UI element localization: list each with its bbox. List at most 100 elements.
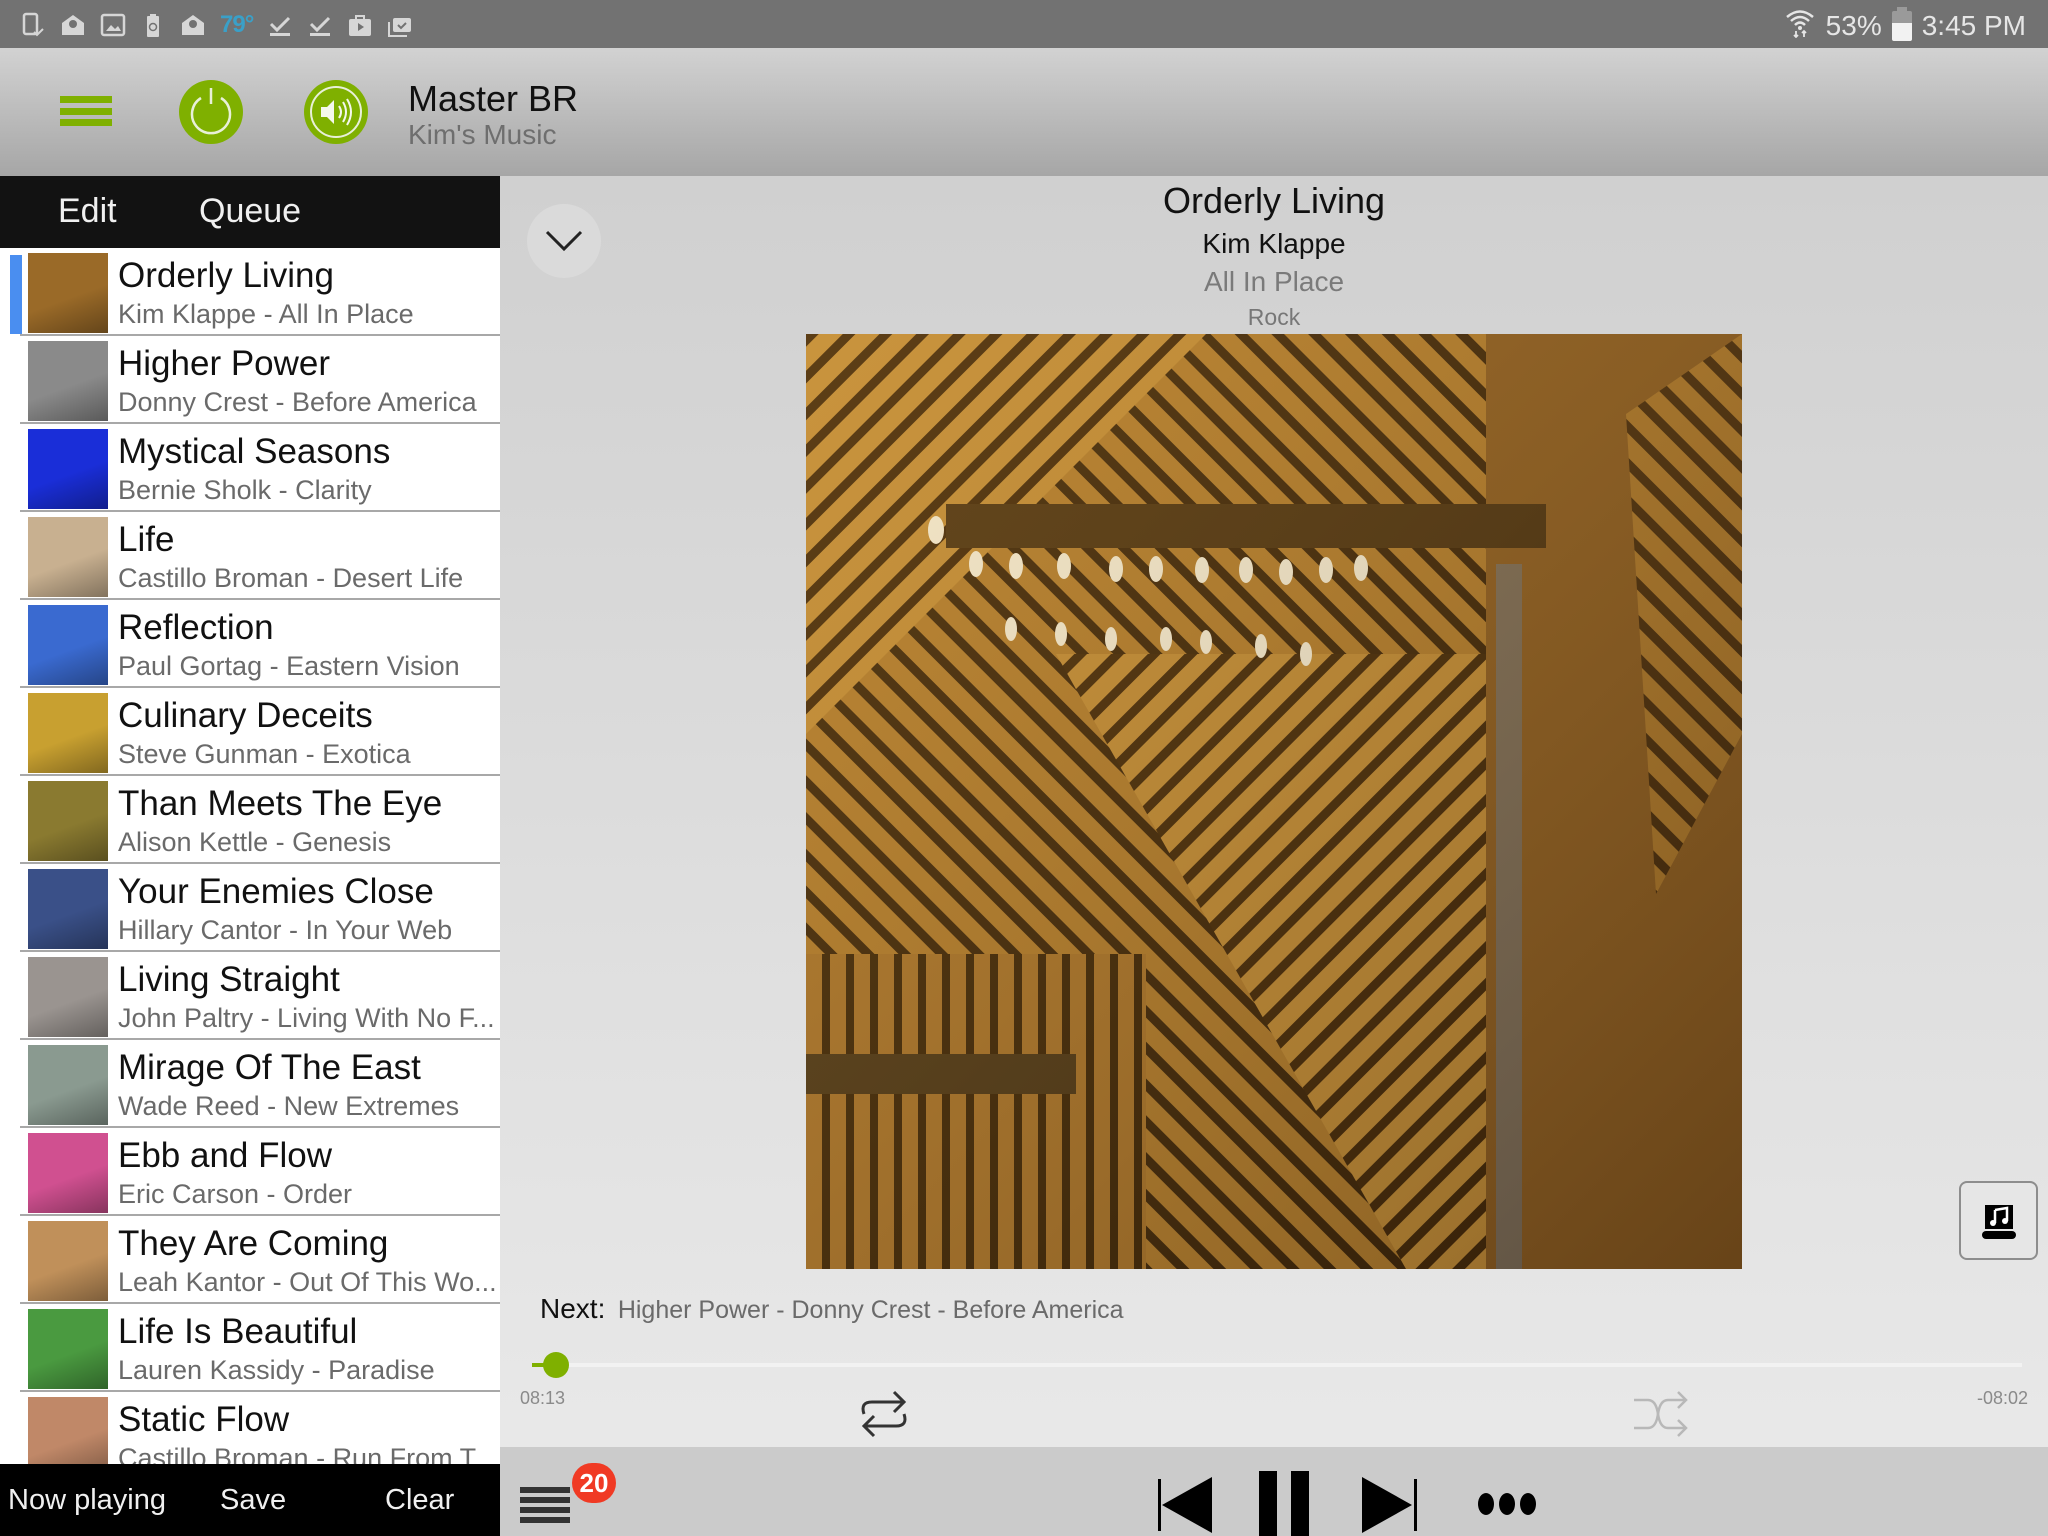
next-button[interactable] bbox=[1360, 1477, 1420, 1533]
current-track-indicator bbox=[10, 255, 22, 334]
queue-item[interactable]: Culinary Deceits Steve Gunman - Exotica bbox=[20, 688, 500, 776]
album-art-image bbox=[806, 334, 1742, 1269]
more-options-button[interactable] bbox=[1476, 1491, 1540, 1517]
zone-source: Kim's Music bbox=[408, 119, 557, 150]
queue-item[interactable]: Ebb and Flow Eric Carson - Order bbox=[20, 1128, 500, 1216]
album-thumbnail bbox=[28, 1133, 108, 1213]
album-thumbnail bbox=[28, 869, 108, 949]
queue-item-title: They Are Coming bbox=[118, 1224, 389, 1263]
album-thumbnail bbox=[28, 429, 108, 509]
queue-item-subtitle: Paul Gortag - Eastern Vision bbox=[118, 651, 460, 681]
progress-track bbox=[532, 1363, 2022, 1367]
album-thumbnail bbox=[28, 957, 108, 1037]
queue-item-subtitle: John Paltry - Living With No F... bbox=[118, 1003, 495, 1033]
album-thumbnail bbox=[28, 517, 108, 597]
menu-button[interactable] bbox=[60, 96, 112, 126]
pause-icon bbox=[1259, 1471, 1309, 1536]
album-thumbnail bbox=[28, 605, 108, 685]
speaker-icon bbox=[310, 86, 362, 138]
briefcase-check-icon bbox=[387, 12, 413, 38]
album-thumbnail bbox=[28, 693, 108, 773]
album-thumbnail bbox=[28, 1309, 108, 1389]
queue-sidebar: Edit Queue Orderly Living Kim Klappe - Al… bbox=[0, 176, 500, 1536]
now-playing-panel: Orderly Living Kim Klappe All In Place R… bbox=[500, 176, 2048, 1536]
system-status: 53% 3:45 PM bbox=[1784, 6, 2026, 45]
queue-item-title: Static Flow bbox=[118, 1400, 290, 1439]
queue-item[interactable]: Than Meets The Eye Alison Kettle - Genesi… bbox=[20, 776, 500, 864]
queue-item-subtitle: Castillo Broman - Desert Life bbox=[118, 563, 464, 593]
menu-icon-bar bbox=[60, 96, 112, 103]
album-thumbnail bbox=[28, 341, 108, 421]
now-playing-button[interactable]: Now playing bbox=[8, 1484, 166, 1517]
download-done-icon bbox=[267, 12, 293, 38]
queue-item[interactable]: Mystical Seasons Bernie Sholk - Clarity bbox=[20, 424, 500, 512]
queue-icon-bar bbox=[520, 1507, 570, 1513]
track-album: All In Place bbox=[1203, 266, 1345, 297]
tab-edit[interactable]: Edit bbox=[58, 192, 117, 231]
power-icon bbox=[190, 88, 232, 135]
status-bar: 79° 53% 3:45 PM bbox=[0, 0, 2048, 48]
menu-icon-bar bbox=[60, 107, 112, 115]
album-thumbnail bbox=[28, 1221, 108, 1301]
queue-item[interactable]: Life Castillo Broman - Desert Life bbox=[20, 512, 500, 600]
skip-next-icon bbox=[1362, 1477, 1417, 1533]
queue-count-badge: 20 bbox=[572, 1463, 616, 1503]
repeat-button[interactable] bbox=[852, 1386, 916, 1442]
tab-queue[interactable]: Queue bbox=[199, 192, 301, 231]
clear-queue-button[interactable]: Clear bbox=[385, 1484, 454, 1517]
music-source-button[interactable] bbox=[1959, 1181, 2038, 1260]
queue-item[interactable]: Mirage Of The East Wade Reed - New Extrem… bbox=[20, 1040, 500, 1128]
shuffle-button[interactable] bbox=[1630, 1386, 1694, 1442]
queue-item-subtitle: Wade Reed - New Extremes bbox=[118, 1091, 460, 1121]
email-open-icon bbox=[180, 12, 206, 38]
album-thumbnail bbox=[28, 253, 108, 333]
queue-item-subtitle: Alison Kettle - Genesis bbox=[118, 827, 392, 857]
queue-item-title: Mirage Of The East bbox=[118, 1048, 421, 1087]
queue-item-title: Higher Power bbox=[118, 344, 331, 383]
queue-item-subtitle: Bernie Sholk - Clarity bbox=[118, 475, 372, 505]
queue-item[interactable]: Living Straight John Paltry - Living With… bbox=[20, 952, 500, 1040]
queue-item-title: Your Enemies Close bbox=[118, 872, 434, 911]
album-thumbnail bbox=[28, 781, 108, 861]
image-icon bbox=[100, 12, 126, 38]
queue-item[interactable]: Life Is Beautiful Lauren Kassidy - Paradi… bbox=[20, 1304, 500, 1392]
queue-item-title: Ebb and Flow bbox=[118, 1136, 333, 1175]
battery-recycle-icon bbox=[140, 12, 166, 38]
next-track: Next: Higher Power - Donny Crest - Befor… bbox=[540, 1293, 1124, 1325]
power-button[interactable] bbox=[179, 80, 243, 144]
queue-item[interactable]: Reflection Paul Gortag - Eastern Vision bbox=[20, 600, 500, 688]
pause-button[interactable] bbox=[1256, 1471, 1316, 1536]
wifi-icon bbox=[1784, 6, 1816, 45]
zone-info[interactable]: Master BR Kim's Music bbox=[408, 78, 578, 150]
queue-item-subtitle: Lauren Kassidy - Paradise bbox=[118, 1355, 435, 1385]
queue-item[interactable]: Higher Power Donny Crest - Before America bbox=[20, 336, 500, 424]
music-library-icon bbox=[1981, 1204, 2016, 1239]
queue-item-title: Than Meets The Eye bbox=[118, 784, 443, 823]
previous-button[interactable] bbox=[1156, 1477, 1216, 1533]
queue-item-title: Orderly Living bbox=[118, 256, 334, 295]
queue-icon-bar bbox=[520, 1487, 570, 1493]
transport-bar: 20 bbox=[500, 1447, 2048, 1536]
notification-icons: 79° bbox=[20, 10, 413, 40]
menu-icon-bar bbox=[60, 119, 112, 126]
weather-temperature: 79° bbox=[220, 11, 254, 38]
volume-button[interactable] bbox=[304, 80, 368, 144]
queue-item[interactable]: They Are Coming Leah Kantor - Out Of This… bbox=[20, 1216, 500, 1304]
sidebar-tabs: Edit Queue bbox=[0, 176, 500, 248]
clock: 3:45 PM bbox=[1921, 9, 2026, 41]
queue-item[interactable]: Orderly Living Kim Klappe - All In Place bbox=[10, 248, 500, 336]
save-queue-button[interactable]: Save bbox=[220, 1484, 286, 1517]
remaining-time: -08:02 bbox=[1976, 1388, 2028, 1408]
queue-list[interactable]: Orderly Living Kim Klappe - All In Place H… bbox=[0, 248, 500, 1480]
download-done-icon bbox=[307, 12, 333, 38]
queue-button[interactable] bbox=[520, 1487, 570, 1529]
queue-item-title: Life Is Beautiful bbox=[118, 1312, 358, 1351]
progress-slider[interactable] bbox=[532, 1352, 2022, 1378]
battery-icon bbox=[1891, 6, 1912, 41]
queue-item-subtitle: Eric Carson - Order bbox=[118, 1179, 353, 1209]
more-icon bbox=[1478, 1493, 1536, 1515]
progress-handle[interactable] bbox=[542, 1352, 569, 1378]
play-store-icon bbox=[347, 12, 373, 38]
queue-item[interactable]: Your Enemies Close Hillary Cantor - In Yo… bbox=[20, 864, 500, 952]
queue-item-title: Culinary Deceits bbox=[118, 696, 373, 735]
